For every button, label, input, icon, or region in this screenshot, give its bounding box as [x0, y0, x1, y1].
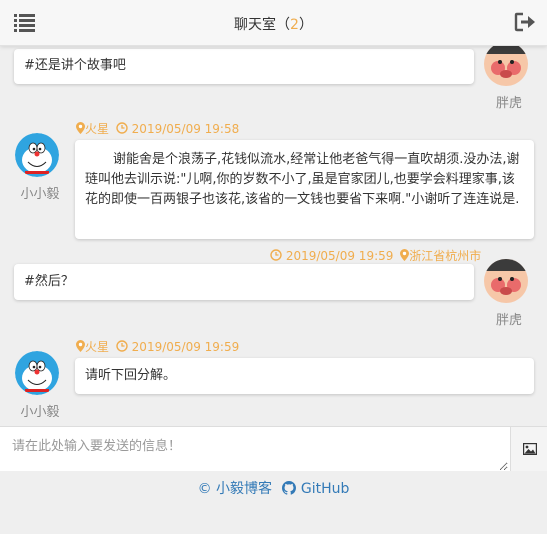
header-bar: 聊天室（2）: [0, 0, 547, 46]
message-time: 2019/05/09 19:59: [131, 340, 240, 354]
username: 胖虎: [495, 96, 522, 111]
message-bubble: #然后？: [14, 264, 474, 300]
github-icon: [282, 481, 297, 495]
clock-icon: [116, 340, 128, 352]
github-link[interactable]: GitHub: [301, 481, 350, 497]
chat-area: #还是讲个故事吧 胖虎 火星 2019/05/09 19:58 小小毅 谢能舍是…: [0, 46, 547, 426]
location-icon: [400, 249, 410, 261]
message-time: 2019/05/09 19:58: [131, 122, 240, 136]
send-image-button[interactable]: [510, 427, 547, 471]
chat-message: 火星 2019/05/09 19:59 小小毅 请听下回分解。: [0, 338, 547, 423]
count-close: ）: [298, 17, 313, 33]
avatar: [484, 46, 528, 86]
avatar: [15, 133, 59, 177]
message-text: #然后？: [24, 274, 74, 289]
footer: © 小毅博客 GitHub: [0, 478, 547, 498]
message-bubble: 谢能舍是个浪荡子,花钱似流水,经常让他老爸气得一直吹胡须.没办法,谢琏叫他去训示…: [75, 140, 534, 239]
avatar: [15, 351, 59, 395]
page-title: 聊天室（2）: [0, 14, 547, 34]
message-location: 火星: [85, 122, 110, 136]
clock-icon: [270, 249, 282, 261]
avatar: [484, 259, 528, 303]
clock-icon: [116, 122, 128, 134]
username: 胖虎: [495, 313, 522, 328]
message-bubble: 请听下回分解。: [75, 358, 534, 394]
location-icon: [76, 340, 85, 352]
message-text: 谢能舍是个浪荡子,花钱似流水,经常让他老爸气得一直吹胡须.没办法,谢琏叫他去训示…: [85, 152, 520, 207]
count-open: （: [276, 17, 291, 33]
message-location: 浙江省杭州市: [409, 249, 482, 263]
username: 小小毅: [20, 405, 60, 420]
message-location: 火星: [85, 340, 110, 354]
message-text: 请听下回分解。: [85, 368, 177, 383]
message-meta: 2019/05/09 19:59 浙江省杭州市: [270, 249, 481, 263]
online-count: 2: [290, 17, 299, 33]
message-time: 2019/05/09 19:59: [285, 249, 394, 263]
location-icon: [76, 122, 85, 134]
input-bar: [0, 426, 547, 471]
chat-message: 2019/05/09 19:59 浙江省杭州市 #然后？ 胖虎: [0, 247, 547, 328]
message-bubble: #还是讲个故事吧: [14, 49, 474, 84]
message-input[interactable]: [0, 427, 508, 471]
chat-message: 火星 2019/05/09 19:58 小小毅 谢能舍是个浪荡子,花钱似流水,经…: [0, 120, 547, 240]
image-icon: [523, 443, 537, 455]
chat-message: #还是讲个故事吧 胖虎: [0, 46, 547, 116]
message-text: #还是讲个故事吧: [24, 58, 126, 73]
title-text: 聊天室: [234, 17, 277, 33]
logout-icon[interactable]: [514, 12, 536, 32]
message-meta: 火星 2019/05/09 19:58: [76, 122, 239, 136]
message-meta: 火星 2019/05/09 19:59: [76, 340, 239, 354]
username: 小小毅: [20, 187, 60, 202]
blog-link[interactable]: © 小毅博客: [198, 481, 272, 497]
